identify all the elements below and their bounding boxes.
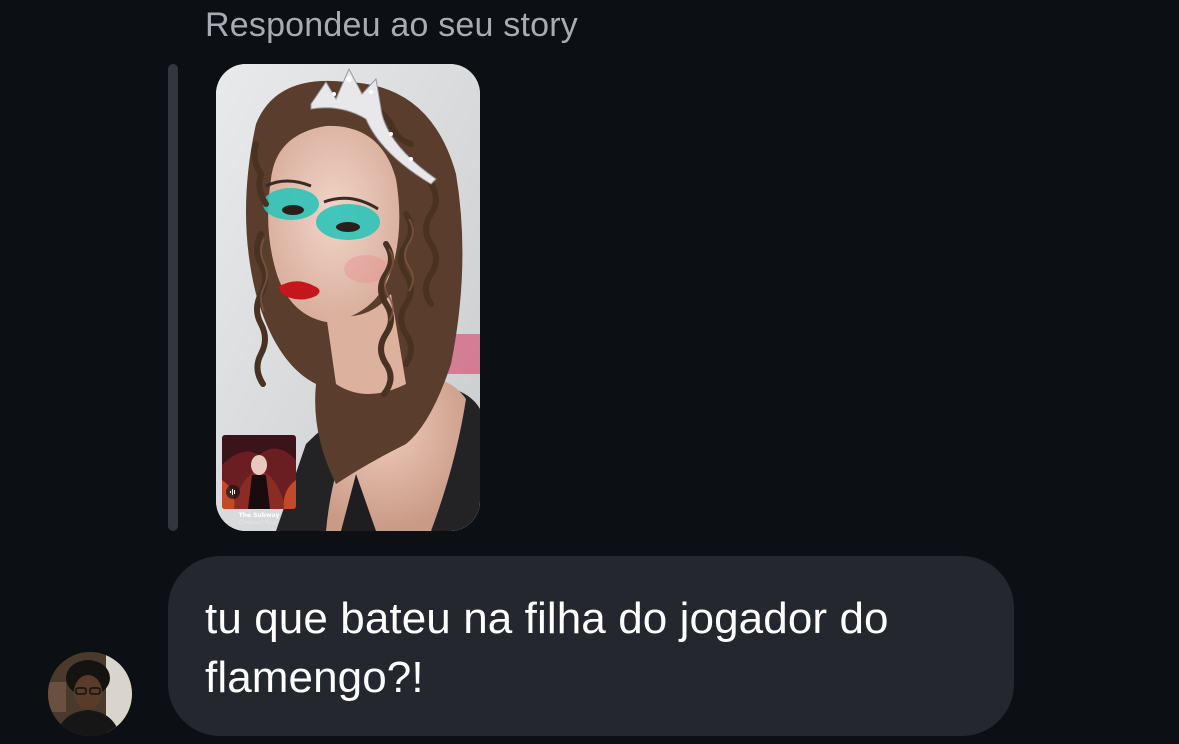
quote-bar	[168, 64, 178, 531]
message-bubble[interactable]: tu que bateu na filha do jogador do flam…	[168, 556, 1014, 736]
sound-wave-icon	[226, 485, 240, 499]
message-text: tu que bateu na filha do jogador do flam…	[205, 594, 889, 702]
dm-thread: Respondeu ao seu story The Subway Chappe…	[0, 0, 1179, 744]
story-preview[interactable]: The Subway Chappell Roan	[216, 64, 480, 531]
song-artist: Chappell Roan	[239, 520, 279, 526]
story-reply-label: Respondeu ao seu story	[205, 6, 578, 44]
music-sticker[interactable]: The Subway Chappell Roan	[222, 435, 296, 527]
song-title: The Subway	[238, 512, 280, 519]
sender-avatar[interactable]	[48, 652, 132, 736]
